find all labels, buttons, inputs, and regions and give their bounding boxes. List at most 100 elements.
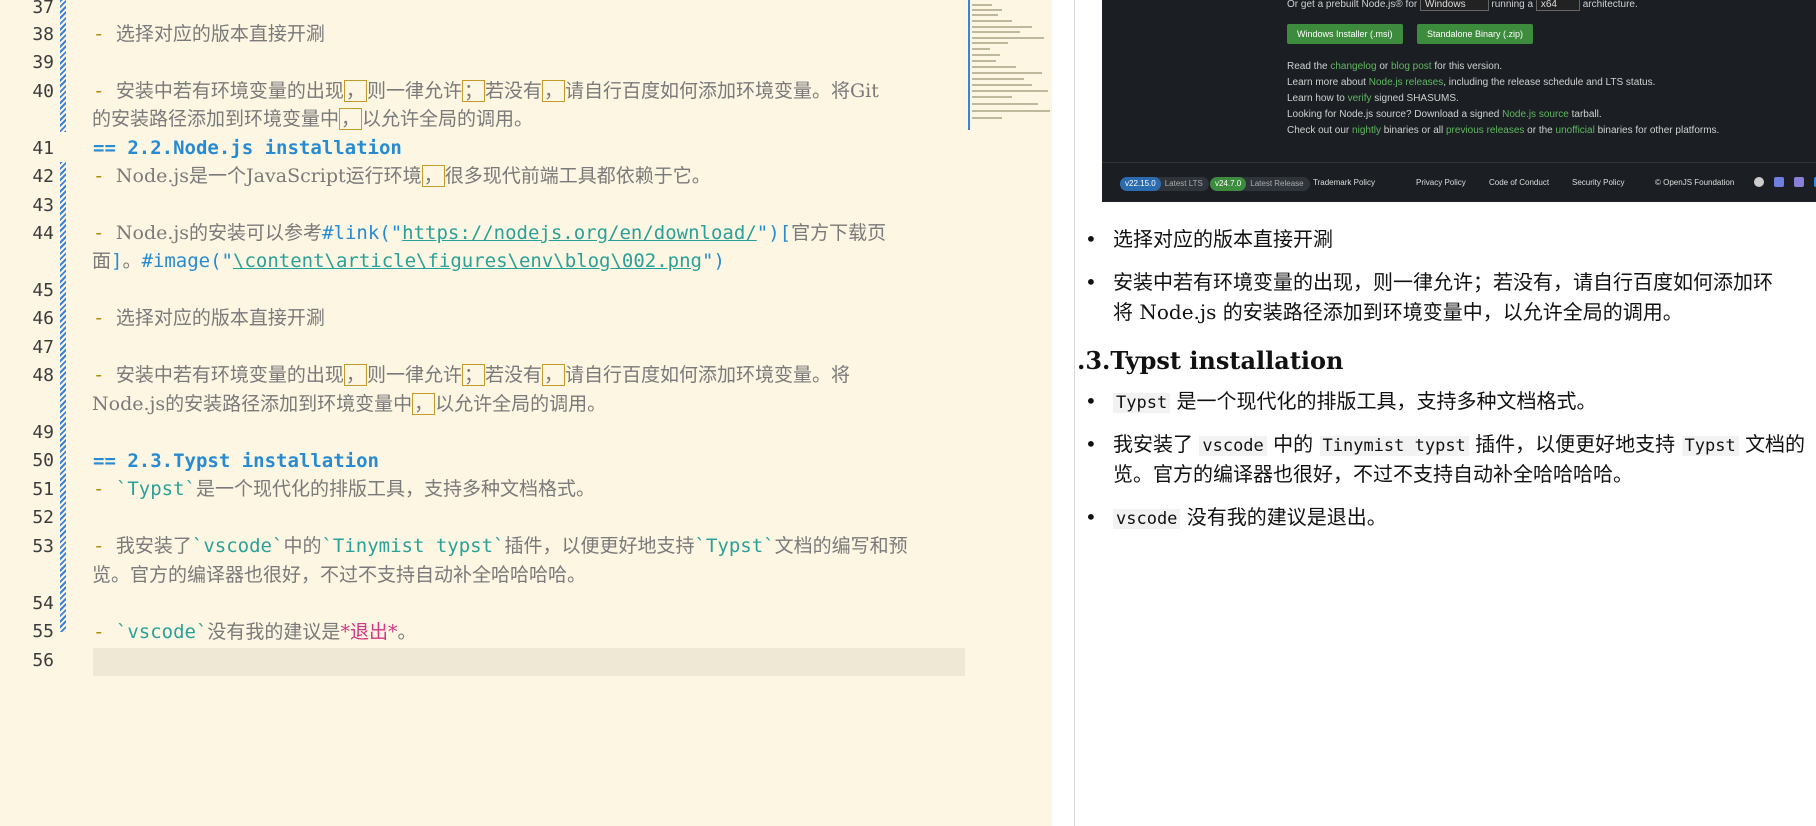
line-number: 48 xyxy=(32,365,54,386)
bullet: • xyxy=(1085,270,1097,294)
text: Looking for Node.js source? Download a s… xyxy=(1287,109,1500,120)
line-text: 面 xyxy=(92,250,112,272)
line-number: 39 xyxy=(32,52,54,73)
copyright-text: © OpenJS Foundation xyxy=(1655,178,1735,187)
list-dash: - xyxy=(93,80,105,102)
changelog-link: changelog xyxy=(1330,61,1377,72)
download-options-row: Or get a prebuilt Node.js® for Windows r… xyxy=(1287,0,1638,11)
text: binaries or all xyxy=(1383,125,1444,136)
text: , including the release schedule and LTS… xyxy=(1443,77,1656,88)
code-line[interactable]: - 安装中若有环境变量的出现，则一律允许；若没有，请自行百度如何添加环境变量。将 xyxy=(93,361,850,389)
minimap-viewport[interactable] xyxy=(968,0,970,130)
lts-badge: v22.15.0 Latest LTS xyxy=(1120,177,1209,191)
code-line-wrap[interactable]: 览。官方的编译器也很好，不过不支持自动补全哈哈哈哈。 xyxy=(92,561,586,589)
item-text: 我安装了 xyxy=(1113,432,1193,456)
source-link: Node.js source xyxy=(1502,109,1569,120)
modified-lines-indicator[interactable] xyxy=(60,162,66,632)
preview-pane[interactable]: Or get a prebuilt Node.js® for Windows r… xyxy=(1074,0,1816,826)
code-content[interactable]: - 选择对应的版本直接开涮 - 安装中若有环境变量的出现，则一律允许；若没有，请… xyxy=(92,0,963,826)
line-text: 插件，以便更好地支持 xyxy=(504,535,695,557)
arch-select: x64 xyxy=(1535,0,1580,11)
text: tarball. xyxy=(1571,109,1602,120)
code-line[interactable]: - `vscode`没有我的建议是*退出*。 xyxy=(93,618,416,646)
item-text: 将 Node.js 的安装路径添加到环境变量中，以允许全局的调用。 xyxy=(1113,300,1683,324)
line-number: 56 xyxy=(32,650,54,671)
line-text: Node.js的安装路径添加到环境变量中 xyxy=(92,393,413,415)
inline-code: `Typst` xyxy=(115,478,196,500)
item-text: 插件，以便更好地支持 xyxy=(1475,432,1676,456)
bullet: • xyxy=(1085,389,1097,413)
lts-version: v22.15.0 xyxy=(1120,177,1161,191)
code-line[interactable]: - 选择对应的版本直接开涮 xyxy=(93,20,325,48)
line-text: 选择对应的版本直接开涮 xyxy=(115,23,325,45)
line-text: 安装中若有环境变量的出现 xyxy=(115,364,344,386)
text: Read the xyxy=(1287,61,1328,72)
list-dash: - xyxy=(93,222,105,244)
line-number: 53 xyxy=(32,536,54,557)
line-number: 49 xyxy=(32,422,54,443)
code-line[interactable]: - 我安装了`vscode`中的`Tinymist typst`插件，以便更好地… xyxy=(93,532,908,560)
list-dash: - xyxy=(93,364,105,386)
code-line[interactable]: - 安装中若有环境变量的出现，则一律允许；若没有，请自行百度如何添加环境变量。将… xyxy=(93,77,879,105)
line-number: 51 xyxy=(32,479,54,500)
line-number-gutter: 37 38 39 40 41 42 43 44 45 46 47 48 49 5… xyxy=(0,0,60,826)
item-text: 选择对应的版本直接开涮 xyxy=(1113,227,1333,251)
embedded-screenshot: Or get a prebuilt Node.js® for Windows r… xyxy=(1102,0,1816,202)
inline-code: Tinymist typst xyxy=(1319,436,1469,456)
item-text: 是一个现代化的排版工具，支持多种文档格式。 xyxy=(1176,389,1597,413)
code-line-wrap[interactable]: 的安装路径添加到环境变量中，以允许全局的调用。 xyxy=(92,105,533,133)
info-line: Learn how to verify signed SHASUMS. xyxy=(1287,93,1459,104)
verify-link: verify xyxy=(1347,93,1372,104)
text: Learn more about xyxy=(1287,77,1366,88)
code-line[interactable]: - 选择对应的版本直接开涮 xyxy=(93,304,325,332)
code-line[interactable]: - Node.js的安装可以参考#link("https://nodejs.or… xyxy=(93,219,886,247)
image-path-link[interactable]: \content\article\figures\env\blog\002.pn… xyxy=(233,250,702,272)
highlighted-punctuation: ， xyxy=(343,364,367,386)
line-text: 的安装路径添加到环境变量中 xyxy=(92,108,340,130)
inline-code: `vscode` xyxy=(115,621,208,643)
code-line[interactable]: - Node.js是一个JavaScript运行环境，很多现代前端工具都依赖于它… xyxy=(93,162,711,190)
heading-line[interactable]: == 2.3.Typst installation xyxy=(93,447,379,475)
text: binaries for other platforms. xyxy=(1597,125,1720,136)
text: for this version. xyxy=(1434,61,1503,72)
line-number: 40 xyxy=(32,81,54,102)
release-version: v24.7.0 xyxy=(1210,177,1247,191)
text: Or get a prebuilt Node.js® for xyxy=(1287,0,1418,10)
line-text: 文档的编写和预 xyxy=(774,535,908,557)
footer-link: Trademark Policy xyxy=(1313,178,1375,187)
text: Check out our xyxy=(1287,125,1350,136)
item-text: 没有我的建议是退出。 xyxy=(1186,505,1387,529)
footer-link: Security Policy xyxy=(1572,178,1625,187)
line-text: 我安装了 xyxy=(115,535,192,557)
release-badge: v24.7.0 Latest Release xyxy=(1210,177,1310,191)
item-text: 览。官方的编译器也很好，不过不支持自动补全哈哈哈哈。 xyxy=(1113,462,1633,486)
minimap[interactable] xyxy=(968,0,1052,130)
line-text: 。 xyxy=(122,250,142,272)
line-number: 45 xyxy=(32,280,54,301)
code-editor[interactable]: 37 38 39 40 41 42 43 44 45 46 47 48 49 5… xyxy=(0,0,1052,826)
line-number: 52 xyxy=(32,507,54,528)
text: or the xyxy=(1527,125,1553,136)
code-line-wrap[interactable]: Node.js的安装路径添加到环境变量中，以允许全局的调用。 xyxy=(92,390,606,418)
github-icon xyxy=(1754,177,1764,187)
text: Learn how to xyxy=(1287,93,1345,104)
previous-releases-link: previous releases xyxy=(1446,125,1525,136)
code-line[interactable]: - `Typst`是一个现代化的排版工具，支持多种文档格式。 xyxy=(93,475,595,503)
line-number: 54 xyxy=(32,593,54,614)
item-text: 中的 xyxy=(1273,432,1314,456)
modified-lines-indicator[interactable] xyxy=(60,0,66,132)
line-number: 38 xyxy=(32,24,54,45)
code-line-wrap[interactable]: 面]。#image("\content\article\figures\env\… xyxy=(92,247,725,275)
footer-link: Code of Conduct xyxy=(1489,178,1550,187)
bullet: • xyxy=(1085,432,1097,456)
preview-heading: .3.Typst installation xyxy=(1077,346,1344,375)
emphasis-text: *退出* xyxy=(340,621,398,643)
url-link[interactable]: https://nodejs.org/en/download/ xyxy=(402,222,757,244)
inline-code: Typst xyxy=(1681,436,1739,456)
windows-installer-button: Windows Installer (.msi) xyxy=(1287,24,1403,44)
highlighted-punctuation: ； xyxy=(461,364,485,386)
line-text: Node.js的安装可以参考 xyxy=(115,222,323,244)
heading-line[interactable]: == 2.2.Node.js installation xyxy=(93,134,402,162)
line-text: 若没有 xyxy=(484,364,542,386)
highlighted-punctuation: ， xyxy=(541,364,565,386)
